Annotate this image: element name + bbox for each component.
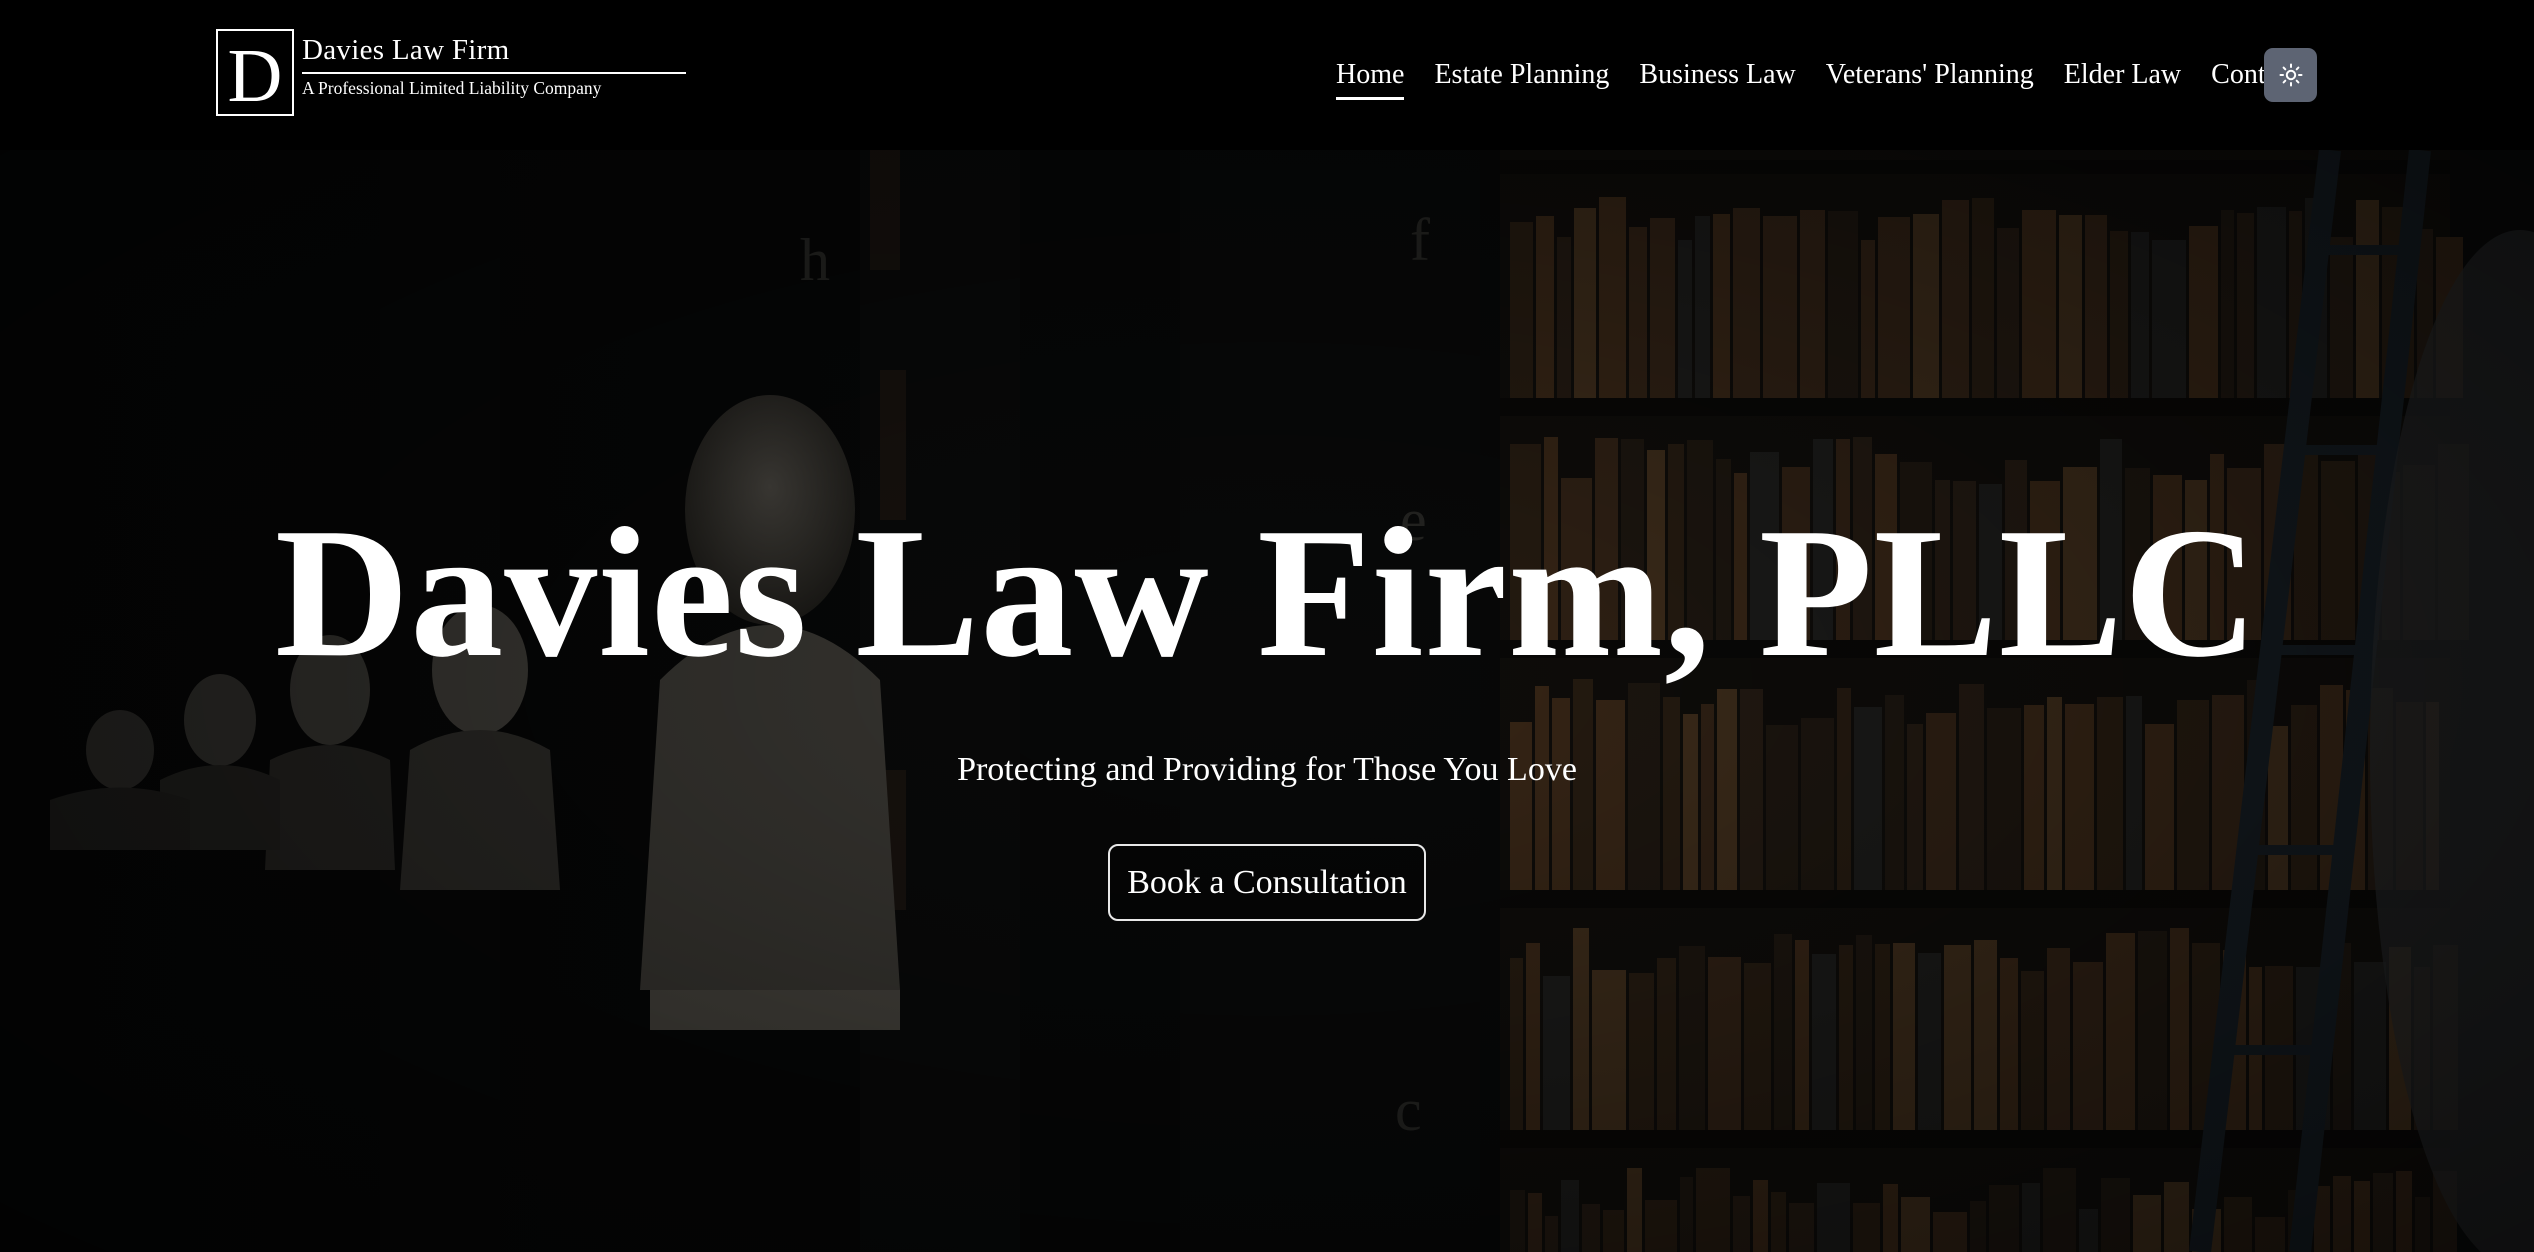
main-nav: Home Estate Planning Business Law Vetera… bbox=[1336, 57, 2298, 100]
hero-subtitle: Protecting and Providing for Those You L… bbox=[957, 751, 1577, 788]
site-header: D Davies Law Firm A Professional Limited… bbox=[0, 0, 2534, 150]
nav-veterans-planning[interactable]: Veterans' Planning bbox=[1826, 57, 2034, 93]
theme-toggle-button[interactable] bbox=[2264, 48, 2317, 102]
nav-elder-law[interactable]: Elder Law bbox=[2064, 57, 2181, 93]
hero-overlay bbox=[0, 150, 2534, 1252]
sun-icon bbox=[2279, 63, 2302, 87]
nav-home[interactable]: Home bbox=[1336, 57, 1405, 100]
hero-title: Davies Law Firm, PLLC bbox=[274, 490, 2260, 696]
logo-tagline: A Professional Limited Liability Company bbox=[302, 78, 602, 98]
logo-firm-name: Davies Law Firm bbox=[302, 29, 686, 74]
hero-section: h f e c Davies Law Firm, PLLC Protecting… bbox=[0, 150, 2534, 1252]
book-consultation-button[interactable]: Book a Consultation bbox=[1108, 844, 1426, 921]
page: D Davies Law Firm A Professional Limited… bbox=[0, 0, 2534, 1252]
nav-business-law[interactable]: Business Law bbox=[1639, 57, 1795, 93]
logo[interactable]: D Davies Law Firm A Professional Limited… bbox=[216, 29, 686, 117]
nav-estate-planning[interactable]: Estate Planning bbox=[1434, 57, 1609, 93]
logo-monogram: D bbox=[216, 29, 294, 116]
logo-text: Davies Law Firm A Professional Limited L… bbox=[302, 29, 686, 117]
